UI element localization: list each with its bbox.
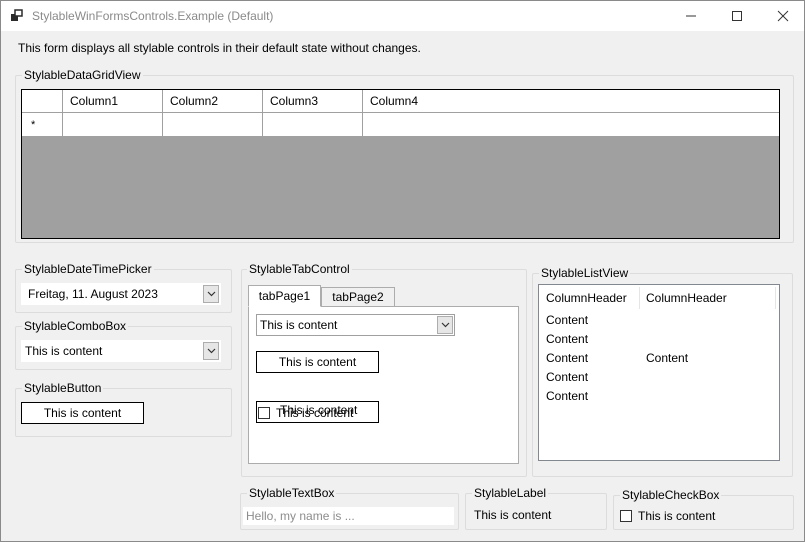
new-row-marker: * [22,113,63,136]
maximize-button[interactable] [714,1,760,31]
tab-tabpage1[interactable]: tabPage1 [248,285,321,307]
checkbox-group-label: StylableCheckBox [620,488,722,502]
list-subitem: Content [646,351,689,365]
grid-column-header[interactable]: Column3 [263,90,363,112]
content-checkbox-label: This is content [638,509,716,523]
name-input[interactable]: Hello, my name is ... [243,507,454,525]
combo-box-value: This is content [25,344,103,358]
close-icon [777,10,789,22]
list-item[interactable]: Content [546,351,588,365]
tab-combo-dropdown-button[interactable] [437,316,453,334]
grid-cell[interactable] [363,113,779,136]
minimize-button[interactable] [668,1,714,31]
tab-overlap-button-label: This is content [280,403,358,417]
tabcontrol-group-label: StylableTabControl [247,262,352,276]
datagrid-group-label: StylableDataGridView [22,68,143,82]
grid-column-header[interactable]: Column1 [63,90,163,112]
tab-combo-value: This is content [260,318,338,332]
grid-cell[interactable] [263,113,363,136]
content-label: This is content [474,508,552,522]
tab-page-content: This is content This is content This is … [248,306,519,464]
data-grid[interactable]: Column1 Column2 Column3 Column4 * [21,89,780,239]
listview-group-label: StylableListView [539,266,631,280]
grid-column-header[interactable]: Column2 [163,90,263,112]
list-column-header[interactable]: ColumnHeader [646,291,727,305]
intro-text: This form displays all stylable controls… [18,41,421,55]
minimize-icon [686,15,696,17]
close-button[interactable] [760,1,805,31]
list-view[interactable]: ColumnHeader ColumnHeader Content Conten… [538,284,780,461]
textbox-group-label: StylableTextBox [247,486,337,500]
grid-cell[interactable] [63,113,163,136]
main-window: StylableWinFormsControls.Example (Defaul… [0,0,805,542]
list-column-header[interactable]: ColumnHeader [546,291,627,305]
datetimepicker-group-label: StylableDateTimePicker [22,262,154,276]
list-item[interactable]: Content [546,389,588,403]
tab-tabpage2[interactable]: tabPage2 [321,287,395,307]
combobox-group-label: StylableComboBox [22,319,129,333]
chevron-down-icon [207,291,215,297]
combo-box[interactable]: This is content [21,340,221,362]
calendar-dropdown-button[interactable] [203,285,219,303]
window-title: StylableWinFormsControls.Example (Defaul… [32,9,274,23]
list-item[interactable]: Content [546,332,588,346]
title-bar[interactable]: StylableWinFormsControls.Example (Defaul… [1,1,804,31]
list-header-separator [639,287,640,309]
tab-combo-box[interactable]: This is content [256,314,455,336]
combo-dropdown-button[interactable] [203,342,219,360]
grid-new-row[interactable]: * [22,113,779,137]
list-item[interactable]: Content [546,370,588,384]
app-icon [11,9,23,21]
chevron-down-icon [441,322,449,328]
date-picker-value: Freitag, 11. August 2023 [28,287,158,301]
grid-header-row: Column1 Column2 Column3 Column4 [22,90,779,113]
list-header-separator [775,287,776,309]
list-item[interactable]: Content [546,313,588,327]
grid-column-header[interactable]: Column4 [363,90,779,112]
date-picker[interactable]: Freitag, 11. August 2023 [21,283,221,305]
tab-content-button[interactable]: This is content [256,351,379,373]
grid-corner-cell[interactable] [22,90,63,112]
label-group-label: StylableLabel [472,486,549,500]
content-checkbox[interactable] [620,510,632,522]
content-button[interactable]: This is content [21,402,144,424]
maximize-icon [732,11,742,21]
button-group-label: StylableButton [22,381,104,395]
chevron-down-icon [207,348,215,354]
grid-cell[interactable] [163,113,263,136]
tab-checkbox[interactable] [258,407,270,419]
